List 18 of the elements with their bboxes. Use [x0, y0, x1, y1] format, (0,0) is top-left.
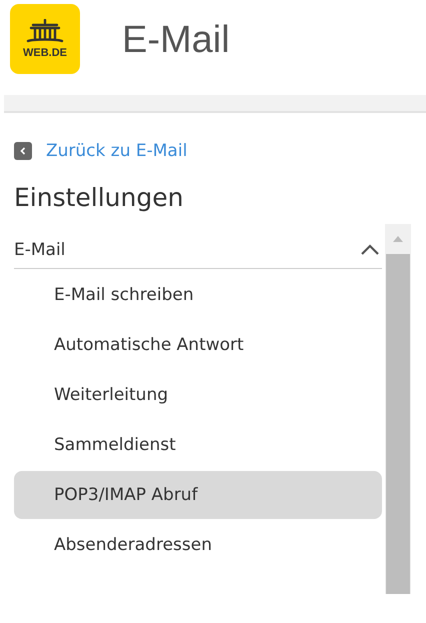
menu-item[interactable]: POP3/IMAP Abruf — [14, 471, 382, 519]
logo-text: WEB.DE — [23, 48, 67, 59]
menu-item[interactable]: Absenderadressen — [14, 521, 382, 569]
page-title: Einstellungen — [14, 183, 184, 212]
menu-item[interactable]: Automatische Antwort — [14, 321, 382, 369]
back-link[interactable]: Zurück zu E-Mail — [14, 141, 188, 161]
scrollbar-thumb[interactable] — [386, 254, 410, 594]
menu-item[interactable]: E-Mail schreiben — [14, 271, 382, 319]
gate-icon — [25, 19, 65, 45]
scrollbar[interactable] — [385, 224, 411, 594]
scroll-up-icon — [393, 236, 403, 242]
chevron-left-icon — [14, 142, 32, 160]
menu-item[interactable]: Weiterleitung — [14, 371, 382, 419]
logo[interactable]: WEB.DE — [10, 4, 80, 74]
menu-item[interactable]: Sammeldienst — [14, 421, 382, 469]
chevron-icon — [360, 244, 380, 256]
app-title: E-Mail — [122, 18, 230, 62]
section-header[interactable]: E-Mail — [14, 232, 382, 269]
